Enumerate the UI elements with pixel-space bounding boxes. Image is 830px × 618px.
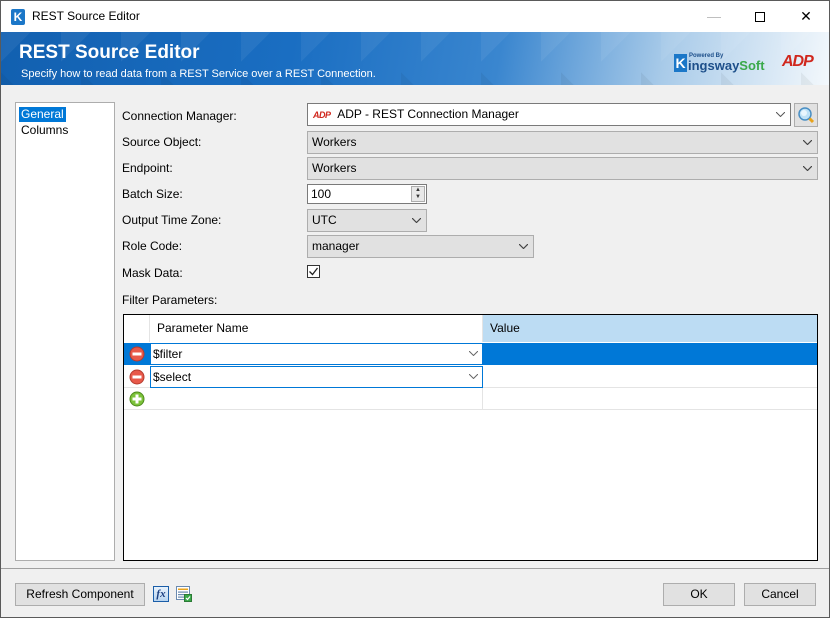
expression-fx-icon[interactable]: fx [153, 586, 169, 602]
output-time-zone-value: UTC [312, 213, 337, 227]
role-code-select[interactable]: manager [307, 235, 534, 258]
maximize-icon [755, 12, 765, 23]
batch-size-label: Batch Size: [122, 187, 183, 201]
source-object-select[interactable]: Workers [307, 131, 818, 154]
parameter-value-cell[interactable] [483, 366, 817, 388]
chevron-down-icon [469, 367, 478, 379]
maximize-button[interactable] [737, 1, 783, 32]
batch-size-input[interactable]: 100 ▲ ▼ [307, 184, 427, 204]
grid-header: Parameter Name Value [124, 315, 817, 342]
column-mapping-icon[interactable] [176, 586, 192, 602]
chevron-down-icon [776, 104, 785, 117]
cancel-button[interactable]: Cancel [744, 583, 816, 606]
refresh-component-button[interactable]: Refresh Component [15, 583, 145, 606]
endpoint-value: Workers [312, 161, 357, 175]
connection-manager-label: Connection Manager: [122, 109, 237, 123]
parameter-value-cell[interactable] [483, 343, 817, 365]
filter-parameters-grid: Parameter Name Value $filter $select [123, 314, 818, 561]
batch-size-spinner[interactable]: ▲ ▼ [411, 186, 425, 202]
parameter-name-value: $filter [153, 347, 183, 361]
magnifier-icon [798, 107, 815, 124]
spin-up-icon[interactable]: ▲ [412, 187, 424, 194]
mask-data-checkbox[interactable] [307, 265, 320, 278]
spin-down-icon[interactable]: ▼ [412, 194, 424, 201]
close-button[interactable]: ✕ [783, 1, 829, 32]
nav-item-general[interactable]: General [19, 107, 66, 122]
kingswaysoft-app-icon: K [11, 9, 25, 25]
chevron-down-icon [803, 158, 812, 171]
rest-source-editor-window: K REST Source Editor — ✕ REST Source Edi… [0, 0, 830, 618]
grid-row-new[interactable] [124, 388, 817, 410]
filter-parameters-label: Filter Parameters: [122, 293, 218, 307]
title-bar: K REST Source Editor — ✕ [1, 1, 829, 32]
adp-logo: ADP [782, 53, 814, 70]
parameter-name-value: $select [153, 370, 192, 384]
source-object-label: Source Object: [122, 135, 202, 149]
endpoint-label: Endpoint: [122, 161, 173, 175]
checkmark-icon [309, 267, 319, 276]
column-header-parameter-name[interactable]: Parameter Name [150, 315, 483, 342]
output-time-zone-select[interactable]: UTC [307, 209, 427, 232]
grid-row[interactable]: $select [124, 366, 817, 388]
banner-subtitle: Specify how to read data from a REST Ser… [21, 68, 376, 80]
parameter-name-cell[interactable] [150, 388, 483, 410]
nav-item-columns[interactable]: Columns [19, 123, 70, 138]
minimize-button[interactable]: — [691, 1, 737, 32]
connection-manager-value: ADP - REST Connection Manager [337, 107, 519, 121]
parameter-name-select[interactable]: $filter [150, 343, 483, 365]
parameter-value-cell[interactable] [483, 388, 817, 410]
endpoint-select[interactable]: Workers [307, 157, 818, 180]
banner-title: REST Source Editor [19, 42, 200, 63]
output-time-zone-label: Output Time Zone: [122, 213, 222, 227]
ok-button[interactable]: OK [663, 583, 735, 606]
kingswaysoft-logo-text: ingswaySoft [688, 58, 765, 73]
chevron-down-icon [803, 132, 812, 145]
connection-manager-select[interactable]: ADP ADP - REST Connection Manager [307, 103, 791, 126]
add-row-icon[interactable] [129, 391, 145, 407]
column-header-value[interactable]: Value [483, 315, 817, 342]
kingswaysoft-logo-icon: K [674, 54, 687, 72]
grid-corner-header [124, 315, 150, 342]
adp-connection-icon: ADP [313, 110, 331, 120]
page-navigation-list: General Columns [15, 102, 115, 561]
role-code-label: Role Code: [122, 239, 183, 253]
grid-row[interactable]: $filter [124, 343, 817, 365]
chevron-down-icon [412, 210, 421, 223]
chevron-down-icon [469, 344, 478, 356]
role-code-value: manager [312, 239, 360, 253]
browse-connection-button[interactable] [794, 103, 818, 127]
batch-size-value: 100 [311, 187, 332, 201]
mask-data-label: Mask Data: [122, 266, 183, 280]
source-object-value: Workers [312, 135, 357, 149]
remove-row-icon[interactable] [129, 346, 145, 362]
parameter-name-select[interactable]: $select [150, 366, 483, 388]
chevron-down-icon [519, 236, 528, 249]
remove-row-icon[interactable] [129, 369, 145, 385]
footer-divider [1, 568, 829, 569]
window-title: REST Source Editor [32, 9, 140, 23]
